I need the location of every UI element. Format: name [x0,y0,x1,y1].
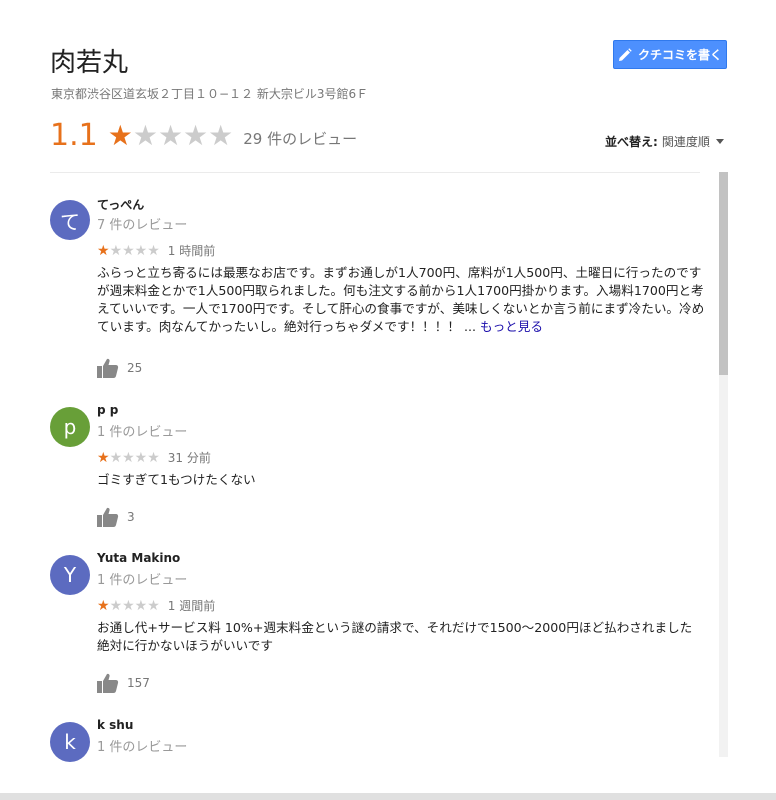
sort-dropdown[interactable]: 並べ替え: 関連度順 [605,133,724,150]
read-more-link[interactable]: もっと見る [480,319,543,334]
scrollbar-thumb[interactable] [719,172,728,375]
review-time: 1 週間前 [167,599,216,613]
reviewer-review-count: 1 件のレビュー [97,425,188,440]
like-count: 25 [127,361,143,375]
review-text: ふらっと立ち寄るには最悪なお店です。まずお通しが1人700円、席料が1人500円… [97,264,707,336]
thumbs-up-icon [97,358,119,378]
like-count: 157 [127,676,150,690]
rating-stars: ★★★★★ [107,118,234,152]
star-filled-icon: ★ [107,118,133,152]
review-count: 29 件のレビュー [243,130,358,148]
star-empty-icon: ★ [183,118,209,152]
sort-value: 関連度順 [661,135,710,149]
avatar[interactable]: Y [50,555,90,595]
star-empty-icon: ★ [208,118,234,152]
write-review-button[interactable]: クチコミを書く [613,40,727,69]
divider [50,172,700,173]
reviewer-name[interactable]: p p [97,403,118,417]
avatar[interactable]: て [50,200,90,240]
sort-label: 並べ替え: [605,135,658,149]
review-stars: ★★★★★ [97,449,160,466]
reviewer-name[interactable]: k shu [97,718,133,732]
reviewer-review-count: 7 件のレビュー [97,218,188,233]
place-address: 東京都渋谷区道玄坂２丁目１０−１２ 新大宗ビル3号館6Ｆ [51,87,369,101]
avatar[interactable]: k [50,722,90,762]
like-button[interactable]: 25 [97,358,142,378]
reviewer-review-count: 1 件のレビュー [97,740,188,755]
place-title: 肉若丸 [50,48,129,78]
review-text: ゴミすぎて1もつけたくない [97,472,256,487]
review-text: お通し代+サービス料 10%+週末料金という謎の請求で、それだけで1500～20… [97,620,693,653]
avatar[interactable]: p [50,407,90,447]
review-body: ふらっと立ち寄るには最悪なお店です。まずお通しが1人700円、席料が1人500円… [97,265,705,334]
review-time: 31 分前 [167,451,211,465]
pencil-icon [618,47,632,61]
write-review-label: クチコミを書く [637,48,722,62]
review-time: 1 時間前 [167,244,216,258]
rating-value: 1.1 [50,118,98,153]
review-stars: ★★★★★ [97,242,160,259]
rating-summary: 1.1 ★★★★★ 29 件のレビュー [50,118,357,153]
bottom-bar [0,793,776,800]
star-empty-icon: ★ [157,118,184,152]
review-stars: ★★★★★ [97,597,160,614]
like-button[interactable]: 157 [97,673,150,693]
reviewer-name[interactable]: Yuta Makino [97,551,180,565]
reviewer-name[interactable]: てっぺん [97,196,144,213]
star-empty-icon: ★ [132,118,158,152]
like-button[interactable]: 3 [97,507,135,527]
reviewer-review-count: 1 件のレビュー [97,573,188,588]
caret-down-icon [715,139,724,144]
thumbs-up-icon [97,673,119,693]
thumbs-up-icon [97,507,119,527]
like-count: 3 [127,510,135,524]
